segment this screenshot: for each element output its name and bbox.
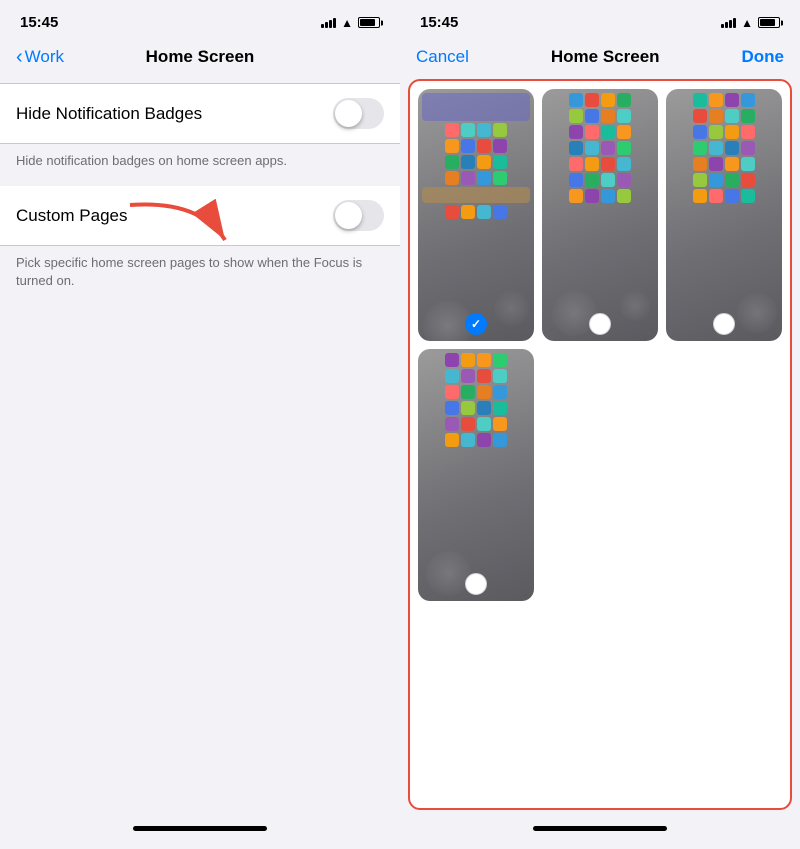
status-icons-left: ▲ — [321, 16, 380, 30]
page-title-left: Home Screen — [146, 47, 255, 67]
custom-pages-label: Custom Pages — [16, 206, 128, 226]
custom-pages-toggle[interactable] — [333, 200, 384, 231]
page-4-select[interactable] — [465, 573, 487, 595]
nav-bar-left: ‹ Work Home Screen — [0, 39, 400, 83]
page-3-select[interactable] — [713, 313, 735, 335]
hide-notification-badges-toggle[interactable] — [333, 98, 384, 129]
modal-nav: Cancel Home Screen Done — [400, 39, 800, 79]
cancel-button[interactable]: Cancel — [416, 47, 469, 67]
pages-bottom-row — [418, 349, 782, 601]
page-thumb-1[interactable]: ✓ — [418, 89, 534, 341]
home-indicator-right — [400, 818, 800, 849]
custom-pages-item[interactable]: Custom Pages — [0, 186, 400, 246]
hide-notification-badges-item[interactable]: Hide Notification Badges — [0, 83, 400, 144]
status-icons-right: ▲ — [721, 16, 780, 30]
time-left: 15:45 — [20, 14, 58, 31]
time-right: 15:45 — [420, 14, 458, 31]
page-2-select[interactable] — [589, 313, 611, 335]
done-button[interactable]: Done — [742, 47, 785, 67]
left-panel: 15:45 ▲ ‹ Work Home Screen Hide Notifica… — [0, 0, 400, 849]
page-thumb-3[interactable] — [666, 89, 782, 341]
pages-grid-container: ✓ — [408, 79, 792, 810]
hide-notification-badges-desc: Hide notification badges on home screen … — [0, 144, 400, 186]
wifi-icon: ▲ — [341, 16, 353, 30]
right-panel: 15:45 ▲ Cancel Home Screen Done — [400, 0, 800, 849]
status-bar-right: 15:45 ▲ — [400, 0, 800, 39]
pages-top-row: ✓ — [418, 89, 782, 341]
wifi-icon-right: ▲ — [741, 16, 753, 30]
custom-pages-desc: Pick specific home screen pages to show … — [0, 246, 400, 306]
settings-list: Hide Notification Badges Hide notificati… — [0, 83, 400, 806]
hide-notification-badges-label: Hide Notification Badges — [16, 104, 202, 124]
home-indicator-left — [0, 806, 400, 849]
signal-icon — [321, 18, 336, 28]
page-thumb-4[interactable] — [418, 349, 534, 601]
page-thumb-2[interactable] — [542, 89, 658, 341]
back-chevron-icon: ‹ — [16, 46, 23, 69]
checkmark-icon: ✓ — [471, 317, 481, 331]
battery-icon — [358, 17, 380, 28]
toggle-knob-2 — [335, 202, 362, 229]
page-1-select[interactable]: ✓ — [465, 313, 487, 335]
back-button[interactable]: ‹ Work — [16, 46, 64, 69]
toggle-knob — [335, 100, 362, 127]
signal-icon-right — [721, 18, 736, 28]
battery-icon-right — [758, 17, 780, 28]
modal-title: Home Screen — [551, 47, 660, 67]
back-label: Work — [25, 47, 64, 67]
status-bar-left: 15:45 ▲ — [0, 0, 400, 39]
